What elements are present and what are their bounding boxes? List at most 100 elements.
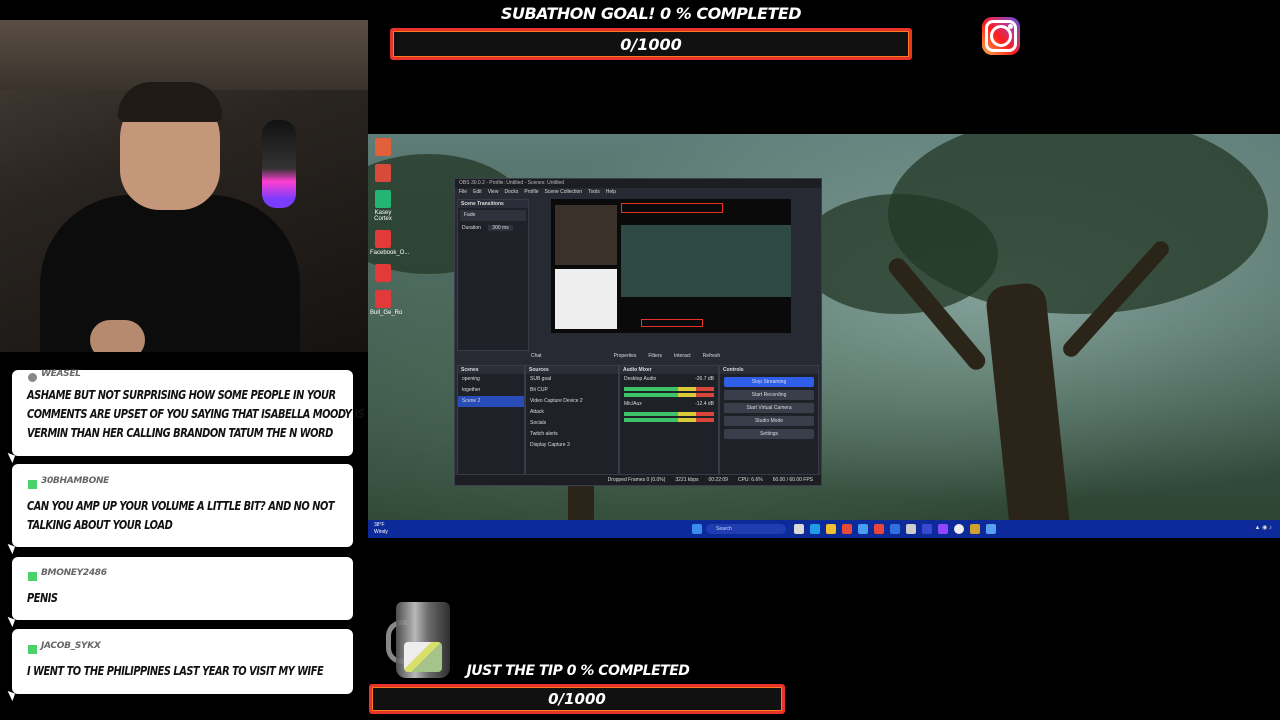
- chat-message: WEASEL ASHAME BUT NOT SURPRISING HOW SOM…: [12, 369, 365, 456]
- start-icon[interactable]: [692, 524, 702, 534]
- tip-goal-bar: 0/1000: [369, 684, 785, 714]
- chat-badge-icon: [28, 645, 37, 654]
- webcam-feed: [0, 20, 368, 352]
- desktop-icon[interactable]: Kasey Cortex: [370, 190, 396, 222]
- duration-input[interactable]: 300 ms: [488, 225, 513, 231]
- system-tray[interactable]: ▲ ◉ ♪: [1254, 524, 1272, 531]
- bitrate: 3221 kbps: [675, 477, 699, 483]
- edge-icon[interactable]: [810, 524, 820, 534]
- dropped-frames: Dropped Frames 0 (0.0%): [607, 477, 666, 483]
- source-item[interactable]: Socials: [526, 418, 618, 429]
- file-explorer-icon[interactable]: [826, 524, 836, 534]
- app-icon[interactable]: [858, 524, 868, 534]
- preview-goal-bar-bottom: [641, 319, 703, 327]
- menu-scene-collection[interactable]: Scene Collection: [545, 188, 583, 197]
- scene-item[interactable]: together: [458, 385, 524, 396]
- app-icon: [375, 138, 391, 156]
- tree-canopy: [798, 194, 998, 314]
- preview-chat: [555, 269, 617, 329]
- start-recording-button[interactable]: Start Recording: [724, 390, 814, 400]
- desktop-icon[interactable]: [370, 264, 396, 282]
- fps: 60.00 / 60.00 FPS: [772, 477, 813, 483]
- scenes-panel: Scenes opening together Scene 2: [457, 365, 525, 475]
- task-view-icon[interactable]: [794, 524, 804, 534]
- audio-channel-name: Desktop Audio: [624, 376, 657, 382]
- stream-time: 00:22:09: [708, 477, 728, 483]
- source-item[interactable]: Twitch alerts: [526, 429, 618, 440]
- audio-channel-name: Mic/Aux: [624, 401, 642, 407]
- taskbar-search[interactable]: Search: [706, 524, 786, 534]
- webcam-background-shelf: [0, 20, 368, 90]
- pdf-icon: [375, 264, 391, 282]
- menu-tools[interactable]: Tools: [588, 188, 600, 197]
- source-item[interactable]: Attack: [526, 407, 618, 418]
- app-icon[interactable]: [970, 524, 980, 534]
- scene-item-selected[interactable]: Scene 2: [458, 396, 524, 407]
- desktop-icons: Kasey Cortex Facebook_O... Bull_Ge_Ro: [370, 138, 409, 316]
- refresh-button[interactable]: Refresh: [703, 351, 721, 361]
- app-icon[interactable]: [922, 524, 932, 534]
- audio-channel: Desktop Audio -26.7 dB: [620, 374, 718, 385]
- pdf-icon: [375, 290, 391, 308]
- obs-window[interactable]: OBS 30.0.2 - Profile: Untitled - Scenes:…: [454, 178, 822, 486]
- menu-file[interactable]: File: [459, 188, 467, 197]
- obs-preview[interactable]: [551, 199, 791, 333]
- panel-header: Scene Transitions: [458, 200, 528, 208]
- menu-edit[interactable]: Edit: [473, 188, 482, 197]
- cpu-usage: CPU: 6.6%: [737, 477, 763, 483]
- preview-toolbar: Chat Properties Filters Interact Refresh: [531, 351, 817, 361]
- source-item[interactable]: Video Capture Device 2: [526, 396, 618, 407]
- chat-username: 30BHAMBONE: [41, 476, 110, 486]
- subathon-goal-bar: 0/1000: [390, 28, 912, 60]
- weather-widget[interactable]: 38°F Windy: [374, 522, 388, 536]
- source-item[interactable]: SUB goal: [526, 374, 618, 385]
- scene-item[interactable]: opening: [458, 374, 524, 385]
- menu-docks[interactable]: Docks: [504, 188, 518, 197]
- studio-mode-button[interactable]: Studio Mode: [724, 416, 814, 426]
- app-icon[interactable]: [890, 524, 900, 534]
- streamer-hair: [118, 82, 222, 122]
- menu-view[interactable]: View: [488, 188, 499, 197]
- chat-text: ASHAME BUT NOT SURPRISING HOW SOME PEOPL…: [27, 388, 365, 440]
- subathon-goal-progress: 0/1000: [620, 34, 682, 54]
- twitch-icon[interactable]: [938, 524, 948, 534]
- pdf-icon: [375, 230, 391, 248]
- desktop-icon[interactable]: Facebook_O...: [370, 230, 409, 256]
- panel-header: Scenes: [458, 366, 524, 374]
- desktop-icon[interactable]: Bull_Ge_Ro: [370, 290, 402, 316]
- properties-button[interactable]: Properties: [614, 351, 637, 361]
- source-item[interactable]: Display Capture 3: [526, 440, 618, 451]
- chat-text: PENIS: [27, 591, 58, 605]
- app-icon[interactable]: [986, 524, 996, 534]
- audio-meter: [624, 393, 714, 397]
- audio-meter: [624, 418, 714, 422]
- audio-channel: Mic/Aux -12.4 dB: [620, 399, 718, 410]
- start-virtual-camera-button[interactable]: Start Virtual Camera: [724, 403, 814, 413]
- desktop-icon[interactable]: [370, 164, 396, 182]
- streamer-body: [40, 195, 300, 352]
- interact-button[interactable]: Interact: [674, 351, 691, 361]
- menu-profile[interactable]: Profile: [524, 188, 538, 197]
- transition-select[interactable]: Fade: [460, 210, 526, 221]
- stop-streaming-button[interactable]: Stop Streaming: [724, 377, 814, 387]
- controls-panel: Controls Stop Streaming Start Recording …: [719, 365, 819, 475]
- source-item[interactable]: Bit CUP: [526, 385, 618, 396]
- subathon-goal-title: SUBATHON GOAL! 0 % COMPLETED: [500, 4, 802, 23]
- settings-button[interactable]: Settings: [724, 429, 814, 439]
- app-icon: [375, 164, 391, 182]
- chat-username: WEASEL: [41, 369, 81, 379]
- chat-button[interactable]: Chat: [531, 351, 542, 361]
- audio-meter: [624, 387, 714, 391]
- filters-button[interactable]: Filters: [648, 351, 662, 361]
- tip-goal-progress: 0/1000: [548, 690, 606, 708]
- duration-label: Duration: [462, 225, 481, 231]
- desktop-icon[interactable]: [370, 138, 396, 156]
- menu-help[interactable]: Help: [606, 188, 616, 197]
- audio-mixer-panel: Audio Mixer Desktop Audio -26.7 dB Mic/A…: [619, 365, 719, 475]
- chat-badge-icon: [28, 480, 37, 489]
- chrome-icon[interactable]: [874, 524, 884, 534]
- app-icon[interactable]: [906, 524, 916, 534]
- obs-icon[interactable]: [954, 524, 964, 534]
- sources-panel: Sources SUB goal Bit CUP Video Capture D…: [525, 365, 619, 475]
- app-icon[interactable]: [842, 524, 852, 534]
